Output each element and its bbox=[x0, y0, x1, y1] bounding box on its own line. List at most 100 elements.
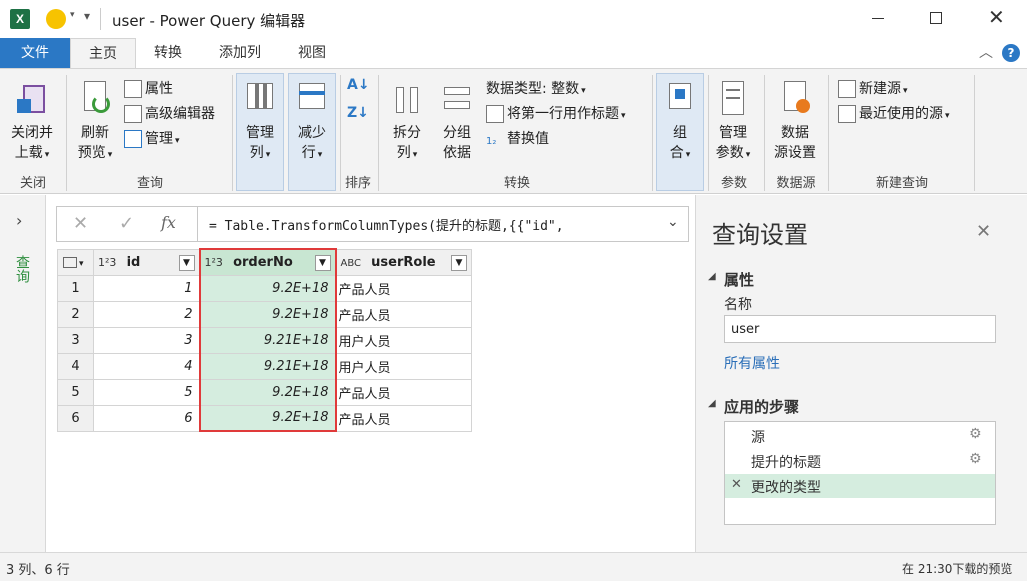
use-first-row-as-headers-button[interactable]: 将第一行用作标题 ▾ bbox=[486, 102, 626, 126]
split-column-button[interactable]: 拆分 列 ▾ bbox=[384, 79, 430, 165]
cell-id[interactable]: 5 bbox=[93, 378, 200, 406]
cell-orderno[interactable]: 9.2E+18 bbox=[198, 404, 337, 432]
help-icon[interactable]: ? bbox=[1002, 44, 1020, 62]
cell-orderno[interactable]: 9.21E+18 bbox=[198, 326, 337, 354]
cell-orderno[interactable]: 9.2E+18 bbox=[198, 378, 337, 406]
cell-id[interactable]: 1 bbox=[93, 274, 200, 302]
tab-home[interactable]: 主页 bbox=[70, 38, 136, 68]
manage-query-button[interactable]: 管理 ▾ bbox=[124, 127, 180, 151]
table-row[interactable]: 3 3 9.21E+18 用户人员 bbox=[57, 326, 472, 354]
cell-userrole[interactable]: 产品人员 bbox=[335, 404, 472, 432]
filter-dropdown-icon[interactable]: ▼ bbox=[451, 254, 467, 271]
delete-step-icon[interactable]: ✕ bbox=[731, 477, 742, 492]
reduce-rows-button[interactable]: 减少 行 ▾ bbox=[288, 79, 336, 165]
advanced-editor-button[interactable]: 高级编辑器 bbox=[124, 102, 215, 126]
data-type-dropdown[interactable]: 数据类型: 整数 ▾ bbox=[486, 77, 586, 101]
collapse-properties-icon[interactable]: ◢ bbox=[708, 271, 716, 282]
close-window-button[interactable]: ✕ bbox=[988, 5, 1005, 29]
close-settings-icon[interactable]: ✕ bbox=[976, 221, 991, 242]
cell-orderno[interactable]: 9.2E+18 bbox=[198, 300, 337, 328]
excel-logo-icon: X bbox=[10, 9, 30, 29]
close-and-load-button[interactable]: 关闭并 上载 ▾ bbox=[4, 79, 60, 165]
table-row[interactable]: 5 5 9.2E+18 产品人员 bbox=[57, 378, 472, 406]
cell-userrole[interactable]: 用户人员 bbox=[335, 326, 472, 354]
new-source-label: 新建源 bbox=[859, 81, 901, 97]
queries-pane-label[interactable]: 查询 bbox=[14, 255, 32, 283]
type-number-icon[interactable]: 1²3 bbox=[98, 256, 116, 269]
combine-label-2: 合 bbox=[669, 145, 684, 161]
minimize-button[interactable] bbox=[872, 18, 884, 19]
refresh-preview-button[interactable]: 刷新 预览 ▾ bbox=[70, 79, 120, 165]
smiley-feedback-icon[interactable] bbox=[46, 9, 66, 29]
cell-orderno[interactable]: 9.2E+18 bbox=[198, 274, 337, 302]
recent-sources-button[interactable]: 最近使用的源 ▾ bbox=[838, 102, 950, 126]
column-header-id[interactable]: 1²3 id ▼ bbox=[93, 248, 200, 276]
fx-icon[interactable]: fx bbox=[161, 213, 176, 232]
column-header-orderno[interactable]: 1²3 orderNo ▼ bbox=[198, 248, 337, 276]
filter-dropdown-icon[interactable]: ▼ bbox=[178, 254, 195, 271]
collapse-applied-steps-icon[interactable]: ◢ bbox=[708, 398, 716, 409]
formula-input[interactable]: = Table.TransformColumnTypes(提升的标题,{{"id… bbox=[209, 215, 564, 234]
properties-icon bbox=[124, 80, 142, 98]
new-source-button[interactable]: 新建源 ▾ bbox=[838, 77, 908, 101]
group-by-button[interactable]: 分组 依据 bbox=[434, 79, 480, 163]
reduce-rows-icon bbox=[295, 79, 329, 119]
tab-view[interactable]: 视图 bbox=[284, 38, 340, 68]
expand-queries-chevron-icon[interactable]: › bbox=[16, 211, 22, 230]
preview-download-time: 在 21:30下载的预览 bbox=[902, 562, 1013, 576]
type-text-icon[interactable]: ABC bbox=[341, 258, 362, 269]
replace-values-button[interactable]: 1₂ 替换值 bbox=[486, 127, 549, 151]
cell-orderno[interactable]: 9.21E+18 bbox=[198, 352, 337, 380]
collapse-ribbon-icon[interactable]: ︿ bbox=[979, 42, 993, 62]
refresh-icon bbox=[78, 79, 112, 119]
commit-formula-icon[interactable]: ✓ bbox=[119, 213, 134, 234]
replace-values-label: 替换值 bbox=[507, 131, 549, 147]
cell-userrole[interactable]: 产品人员 bbox=[335, 378, 472, 406]
gear-icon[interactable]: ⚙ bbox=[969, 451, 982, 467]
table-row[interactable]: 6 6 9.2E+18 产品人员 bbox=[57, 404, 472, 432]
sort-descending-button[interactable]: Z↓ bbox=[347, 105, 369, 121]
table-row[interactable]: 1 1 9.2E+18 产品人员 bbox=[57, 274, 472, 302]
cell-userrole[interactable]: 产品人员 bbox=[335, 300, 472, 328]
step-item[interactable]: 源 ⚙ bbox=[725, 424, 995, 448]
cell-id[interactable]: 3 bbox=[93, 326, 200, 354]
cell-id[interactable]: 4 bbox=[93, 352, 200, 380]
row-number: 3 bbox=[57, 326, 94, 354]
table-row[interactable]: 4 4 9.21E+18 用户人员 bbox=[57, 352, 472, 380]
type-number-icon[interactable]: 1²3 bbox=[205, 256, 223, 269]
group-label-query: 查询 bbox=[136, 176, 163, 191]
tab-add-column[interactable]: 添加列 bbox=[204, 38, 276, 68]
cell-userrole[interactable]: 用户人员 bbox=[335, 352, 472, 380]
table-menu-corner[interactable]: ▾ bbox=[57, 248, 94, 276]
cell-id[interactable]: 6 bbox=[93, 404, 200, 432]
cell-id[interactable]: 2 bbox=[93, 300, 200, 328]
quick-access-dropdown-icon[interactable]: ▾ bbox=[70, 10, 75, 20]
gear-icon[interactable]: ⚙ bbox=[969, 426, 982, 442]
sort-ascending-button[interactable]: A↓ bbox=[347, 77, 370, 93]
column-header-userrole[interactable]: ABC userRole ▼ bbox=[335, 248, 472, 276]
step-item[interactable]: 提升的标题 ⚙ bbox=[725, 449, 995, 473]
properties-button[interactable]: 属性 bbox=[124, 77, 173, 101]
advanced-editor-label: 高级编辑器 bbox=[145, 106, 215, 122]
customize-qat-icon[interactable]: ▾ bbox=[84, 9, 90, 23]
tab-file[interactable]: 文件 bbox=[0, 38, 70, 68]
table-icon bbox=[63, 256, 77, 268]
recent-sources-icon bbox=[838, 105, 856, 123]
manage-columns-button[interactable]: 管理 列 ▾ bbox=[236, 79, 284, 165]
cell-userrole[interactable]: 产品人员 bbox=[335, 274, 472, 302]
all-properties-link[interactable]: 所有属性 bbox=[724, 353, 780, 373]
manage-parameters-button[interactable]: 管理 参数 ▾ bbox=[710, 79, 756, 165]
combine-button[interactable]: 组 合 ▾ bbox=[656, 79, 704, 165]
table-row[interactable]: 2 2 9.2E+18 产品人员 bbox=[57, 300, 472, 328]
cancel-formula-icon[interactable]: ✕ bbox=[73, 213, 88, 234]
data-source-icon bbox=[778, 79, 812, 119]
query-name-input[interactable] bbox=[724, 315, 996, 343]
expand-formula-chevron-icon[interactable]: ⌄ bbox=[667, 214, 679, 230]
tab-transform[interactable]: 转换 bbox=[140, 38, 196, 68]
header-row-icon bbox=[486, 105, 504, 123]
refresh-label-1: 刷新 bbox=[81, 125, 109, 141]
data-source-settings-button[interactable]: 数据 源设置 bbox=[768, 79, 822, 163]
maximize-button[interactable] bbox=[930, 12, 942, 24]
step-item-selected[interactable]: ✕ 更改的类型 bbox=[725, 474, 995, 498]
filter-dropdown-icon[interactable]: ▼ bbox=[314, 255, 331, 271]
